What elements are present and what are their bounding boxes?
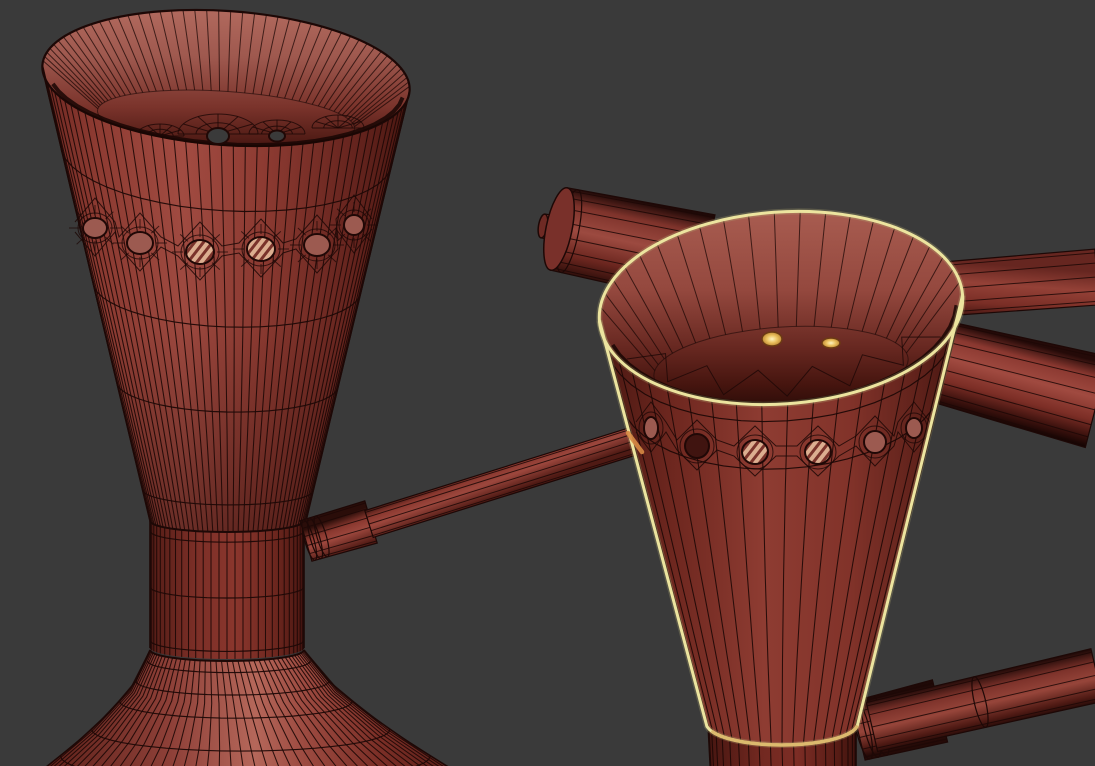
hole-opening — [741, 439, 769, 465]
hole — [268, 129, 286, 143]
hole-opening — [684, 433, 710, 459]
hole-opening — [246, 236, 276, 262]
hole — [821, 337, 841, 349]
hole-opening — [82, 217, 108, 239]
hole — [69, 205, 121, 251]
hole — [113, 219, 167, 267]
wireframe-line — [833, 737, 836, 766]
hole-opening — [343, 214, 365, 236]
hole — [233, 224, 289, 274]
hole-opening — [643, 416, 659, 440]
hole — [858, 425, 892, 459]
hole — [330, 202, 378, 248]
hole — [172, 227, 228, 277]
hole-opening — [821, 337, 841, 349]
hole-opening — [804, 439, 832, 465]
hole-opening — [268, 129, 286, 143]
hole — [736, 434, 774, 470]
viewport-3d[interactable] — [0, 0, 1095, 766]
hole-opening — [126, 231, 154, 255]
hole — [761, 331, 783, 347]
hole-opening — [303, 233, 331, 257]
hole-opening — [863, 430, 887, 454]
hole-opening — [185, 239, 215, 265]
viewport-canvas[interactable] — [0, 0, 1095, 766]
hole-opening — [761, 331, 783, 347]
hole — [290, 221, 344, 269]
left-shade-collar[interactable] — [149, 520, 305, 659]
hole — [679, 428, 715, 464]
hole — [799, 434, 837, 470]
hole-opening — [206, 127, 230, 145]
hole-opening — [905, 417, 923, 439]
hole — [206, 127, 230, 145]
